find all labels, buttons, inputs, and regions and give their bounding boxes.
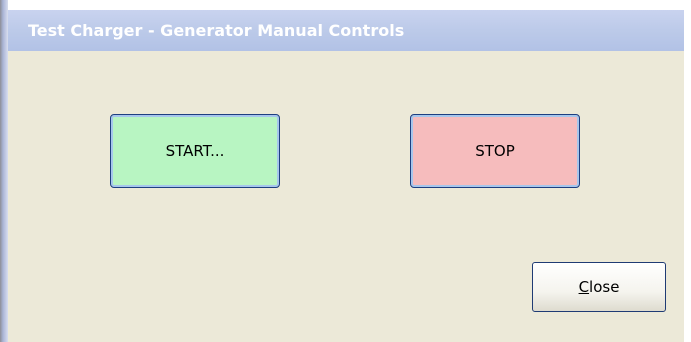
close-button-mnemonic: C <box>578 278 590 296</box>
stop-button[interactable]: STOP <box>410 114 580 188</box>
window-title: Test Charger - Generator Manual Controls <box>28 21 405 40</box>
start-button-label: START... <box>165 142 225 160</box>
close-button[interactable]: Close <box>532 262 666 312</box>
close-button-label: Close <box>579 278 620 296</box>
stop-button-label: STOP <box>475 142 515 160</box>
window-left-frame <box>0 0 8 342</box>
dialog-window: Test Charger - Generator Manual Controls… <box>0 0 691 342</box>
dialog-client-area: START... STOP Close <box>8 51 684 342</box>
close-button-label-rest: lose <box>589 278 620 296</box>
title-bar[interactable]: Test Charger - Generator Manual Controls <box>8 10 684 51</box>
start-button[interactable]: START... <box>110 114 280 188</box>
